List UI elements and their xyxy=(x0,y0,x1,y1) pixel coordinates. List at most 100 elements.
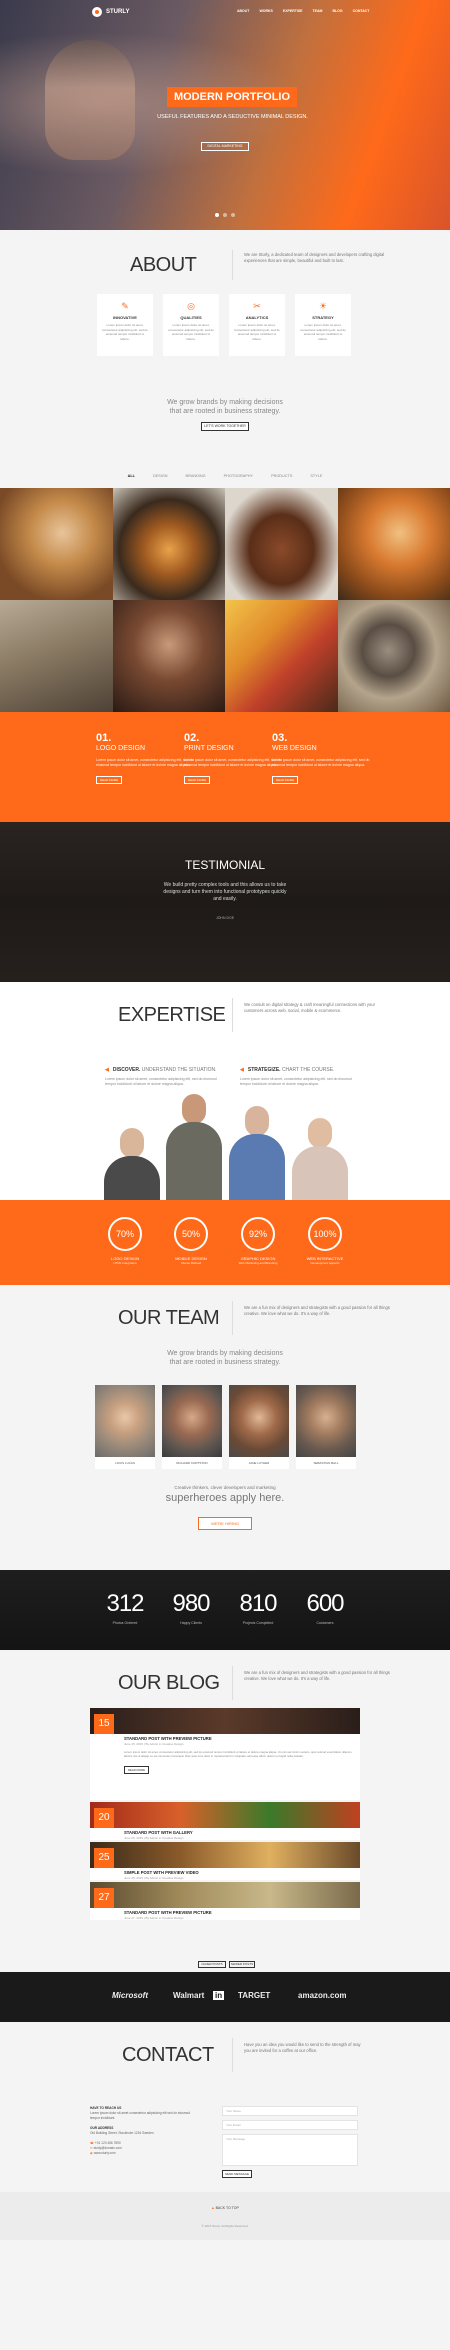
service-number: 03. xyxy=(272,732,288,744)
portfolio-item-hat-woman[interactable] xyxy=(0,488,113,600)
filter-branding[interactable]: BRANDING xyxy=(186,474,206,478)
portfolio-item-wallet[interactable] xyxy=(225,488,338,600)
filter-products[interactable]: PRODUCTS xyxy=(271,474,292,478)
phone-text[interactable]: +01 123 456 7890 xyxy=(95,2141,121,2145)
filter-design[interactable]: DESIGN xyxy=(153,474,168,478)
feature-text: Lorem ipsum dolor sit amet, consectetur … xyxy=(234,323,280,341)
blog-section: OUR BLOG We are a fun mix of designers a… xyxy=(0,1650,450,1972)
post-title[interactable]: STANDARD POST WITH GALLERY xyxy=(124,1830,360,1835)
slider-dot[interactable] xyxy=(215,213,219,217)
about-section: ABOUT We are Sturly, a dedicated team of… xyxy=(0,230,450,488)
back-to-top-link[interactable]: ▲ BACK TO TOP xyxy=(0,2206,450,2210)
expertise-person-man xyxy=(162,1090,226,1200)
service-number: 02. xyxy=(184,732,200,744)
nav-item-about[interactable]: ABOUT xyxy=(237,9,249,13)
portfolio-item-shoes[interactable] xyxy=(0,600,113,712)
message-field[interactable]: Your Message xyxy=(222,2134,358,2166)
filter-photography[interactable]: PHOTOGRAPHY xyxy=(224,474,253,478)
hiring-button[interactable]: WE'RE HIRING xyxy=(198,1517,252,1530)
skills-section: 70% LOGO DESIGN HTML Integration 50% MOB… xyxy=(0,1200,450,1285)
tagline-line: We grow brands by making decisions xyxy=(167,1350,283,1357)
team-member[interactable]: SEBASTIAN BALL xyxy=(296,1385,356,1469)
service-text: Lorem ipsum dolor sit amet, consectetur … xyxy=(272,758,370,767)
hiring-pitch-big: superheroes apply here. xyxy=(165,1492,285,1504)
service-text: Lorem ipsum dolor sit amet, consectetur … xyxy=(184,758,282,767)
skill-percent: 70% xyxy=(108,1217,142,1251)
testimonial-section: TESTIMONIAL We build pretty complex tool… xyxy=(0,822,450,982)
slider-dots xyxy=(215,213,235,217)
blog-post[interactable]: 20 STANDARD POST WITH GALLERY June 20, 2… xyxy=(90,1802,360,1840)
read-more-button[interactable]: READ MORE xyxy=(272,776,299,784)
contact-info: HAVE TO REACH US Lorem ipsum dolor sit a… xyxy=(90,2106,200,2156)
avatar xyxy=(229,1385,289,1457)
portfolio-filters: ALL DESIGN BRANDING PHOTOGRAPHY PRODUCTS… xyxy=(0,466,450,486)
slider-dot[interactable] xyxy=(223,213,227,217)
expertise-person-woman xyxy=(100,1122,164,1200)
post-date-badge: 15 xyxy=(94,1714,114,1734)
post-title[interactable]: STANDARD POST WITH PREVIEW PICTURE xyxy=(124,1910,360,1915)
blog-post[interactable]: 25 SIMPLE POST WITH PREVIEW VIDEO June 2… xyxy=(90,1842,360,1880)
team-member[interactable]: JANE LUTHER xyxy=(229,1385,289,1469)
footer: ▲ BACK TO TOP © 2015 Sturly. All Rights … xyxy=(0,2192,450,2240)
read-more-button[interactable]: READ MORE xyxy=(184,776,211,784)
team-member[interactable]: RICHARD CORTSTON xyxy=(162,1385,222,1469)
email-field[interactable]: Your Email xyxy=(222,2120,358,2130)
newer-posts-button[interactable]: NEWER POSTS xyxy=(229,1961,255,1968)
name-field[interactable]: Your Name xyxy=(222,2106,358,2116)
team-member[interactable]: LOUIS LUCAS xyxy=(95,1385,155,1469)
back-to-top-label: BACK TO TOP xyxy=(215,2206,239,2210)
nav-item-contact[interactable]: CONTACT xyxy=(353,9,370,13)
service-name: PRINT DESIGN xyxy=(184,745,234,752)
feature-title: STRATEGY xyxy=(312,315,334,320)
team-tagline: We grow brands by making decisions that … xyxy=(0,1349,450,1367)
hero-button[interactable]: DIGITAL MARKETING xyxy=(201,142,249,151)
blog-post[interactable]: 27 STANDARD POST WITH PREVIEW PICTURE Ju… xyxy=(90,1882,360,1920)
send-message-button[interactable]: SEND MESSAGE xyxy=(222,2170,252,2178)
expertise-rest: CHART THE COURSE. xyxy=(281,1067,335,1073)
hero-title: MODERN PORTFOLIO xyxy=(167,87,297,107)
nav-item-blog[interactable]: BLOG xyxy=(332,9,342,13)
post-title[interactable]: STANDARD POST WITH PREVIEW PICTURE xyxy=(124,1736,360,1741)
feature-text: Lorem ipsum dolor sit amet, consectetur … xyxy=(168,323,214,341)
portfolio-item-deck-chairs[interactable] xyxy=(225,600,338,712)
nav-item-works[interactable]: WORKS xyxy=(259,9,272,13)
slider-dot[interactable] xyxy=(231,213,235,217)
blog-title: OUR BLOG xyxy=(118,1672,220,1694)
email-text[interactable]: sturly@domain.com xyxy=(94,2146,122,2150)
expertise-rest: UNDERSTAND THE SITUATION. xyxy=(141,1067,217,1073)
about-title: ABOUT xyxy=(130,254,197,276)
read-more-button[interactable]: READ MORE xyxy=(96,776,123,784)
skill-sub: Development Aspects xyxy=(310,1261,340,1265)
service-name: WEB DESIGN xyxy=(272,745,317,752)
nav-item-team[interactable]: TEAM xyxy=(313,9,323,13)
contact-heading: HAVE TO REACH US xyxy=(90,2106,122,2110)
logo[interactable]: STURLY xyxy=(92,7,129,17)
client-logo-linkedin: in xyxy=(213,1991,225,2000)
counter-label: Customers xyxy=(316,1621,334,1625)
expertise-person-older-man xyxy=(225,1102,289,1200)
filter-all[interactable]: ALL xyxy=(128,474,135,478)
about-intro: We are Sturly, a dedicated team of desig… xyxy=(244,252,385,263)
post-title[interactable]: SIMPLE POST WITH PREVIEW VIDEO xyxy=(124,1870,360,1875)
site-text[interactable]: www.sturly.com xyxy=(94,2151,116,2155)
team-title: OUR TEAM xyxy=(118,1307,220,1329)
post-image xyxy=(90,1708,360,1734)
hero-section: STURLY ABOUT WORKS EXPERTISE TEAM BLOG C… xyxy=(0,0,450,230)
phone-icon: ☎ xyxy=(90,2141,94,2145)
clients-section: Microsoft Walmart in TARGET amazon.com xyxy=(0,1972,450,2022)
client-logo-amazon: amazon.com xyxy=(298,1991,347,2000)
skill-percent: 100% xyxy=(308,1217,342,1251)
older-posts-button[interactable]: OLDER POSTS xyxy=(198,1961,226,1968)
read-more-button[interactable]: READ MORE xyxy=(124,1766,149,1774)
nav-item-expertise[interactable]: EXPERTISE xyxy=(283,9,303,13)
expertise-text: Lorem ipsum dolor sit amet, consectetur … xyxy=(105,1077,217,1086)
feature-card-innovative: ✎ INNOVATIVE Lorem ipsum dolor sit amet,… xyxy=(97,294,153,356)
blog-post[interactable]: 15 STANDARD POST WITH PREVIEW PICTURE Ju… xyxy=(90,1708,360,1800)
target-icon: ◎ xyxy=(187,301,195,311)
portfolio-item-buttons[interactable] xyxy=(337,600,450,712)
portfolio-item-red-hair-woman[interactable] xyxy=(337,488,450,600)
filter-style[interactable]: STYLE xyxy=(310,474,322,478)
work-together-button[interactable]: LET'S WORK TOGETHER xyxy=(201,422,249,431)
portfolio-item-woman-portrait[interactable] xyxy=(112,600,225,712)
portfolio-item-food-bowl[interactable] xyxy=(112,488,225,600)
